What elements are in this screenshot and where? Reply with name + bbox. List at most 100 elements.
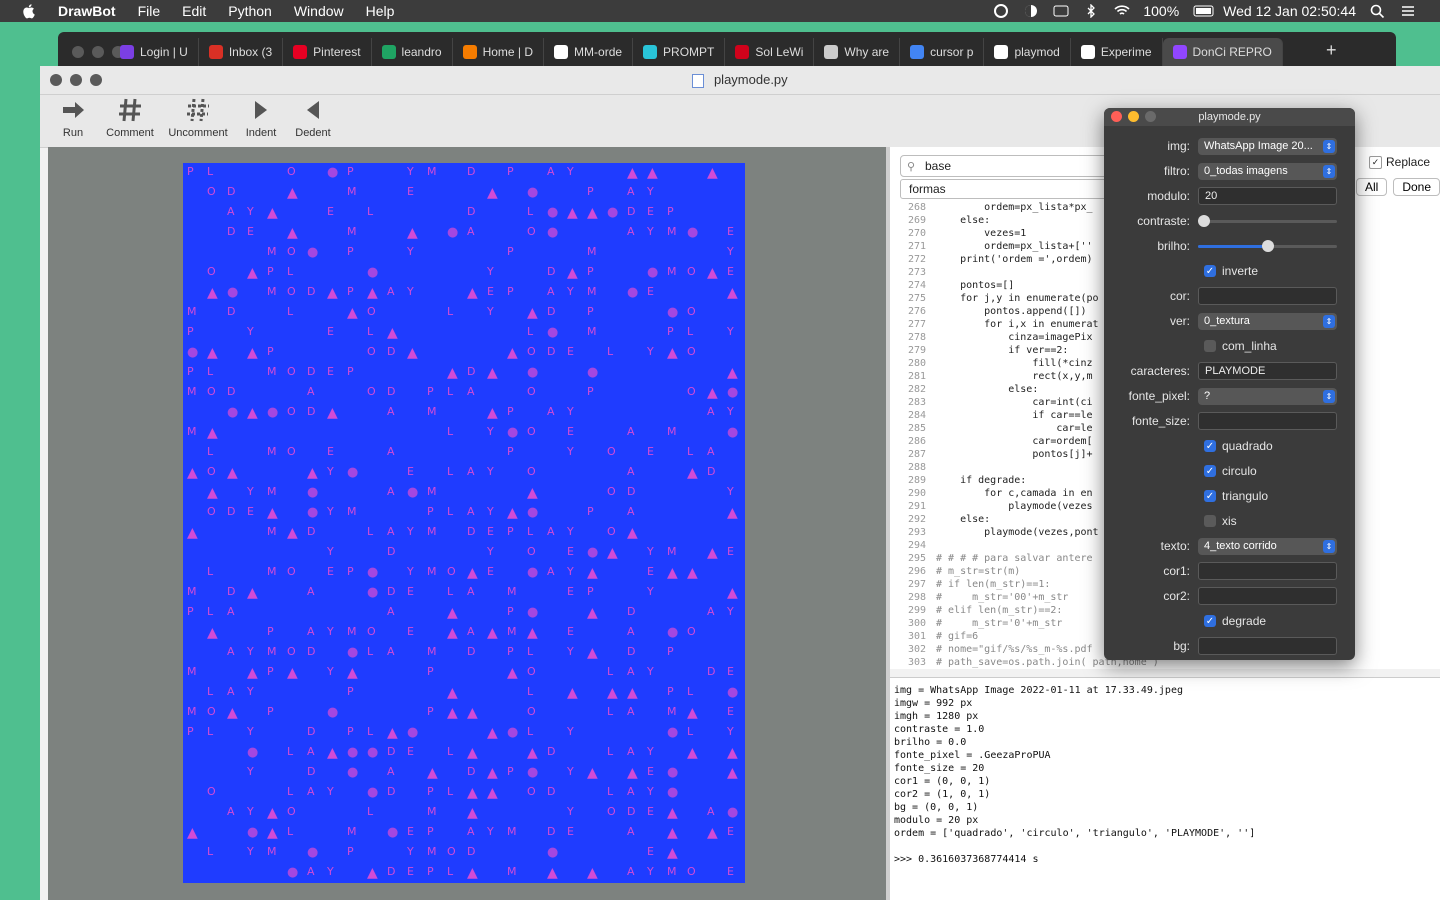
browser-tab[interactable]: Experime xyxy=(1071,38,1163,66)
browser-tab[interactable]: Login | U xyxy=(110,38,199,66)
brilho-slider[interactable] xyxy=(1198,239,1337,252)
letter-glyph: D xyxy=(227,185,236,198)
menu-python[interactable]: Python xyxy=(228,3,272,19)
circulo-checkbox[interactable]: ✓ circulo xyxy=(1204,464,1257,478)
browser-tab[interactable]: Pinterest xyxy=(283,38,372,66)
menu-app-name[interactable]: DrawBot xyxy=(58,3,116,19)
spotlight-icon[interactable] xyxy=(1370,4,1386,19)
letter-glyph: Y xyxy=(567,285,574,298)
comment-button[interactable]: Comment xyxy=(102,95,158,139)
apple-icon[interactable] xyxy=(20,2,38,20)
replace-checkbox[interactable]: ✓ xyxy=(1369,155,1382,169)
minimize-dot-icon[interactable] xyxy=(92,46,104,58)
filtro-popup[interactable]: 0_todas imagens ⇕ xyxy=(1198,162,1337,180)
browser-tab[interactable]: Home | D xyxy=(453,38,545,66)
line-text: if ver==2: xyxy=(936,345,1069,356)
replace-all-button[interactable]: All xyxy=(1356,178,1388,196)
replace-toggle[interactable]: ✓ Replace xyxy=(1369,155,1430,169)
close-dot-icon[interactable] xyxy=(1111,111,1122,122)
cor2-field[interactable] xyxy=(1198,587,1337,605)
cor-field[interactable] xyxy=(1198,287,1337,305)
triangle-glyph: ▲ xyxy=(727,505,738,521)
xis-checkbox[interactable]: xis xyxy=(1204,514,1237,528)
menu-window[interactable]: Window xyxy=(294,3,344,19)
quadrado-checkbox[interactable]: ✓ quadrado xyxy=(1204,439,1273,453)
wifi-icon[interactable] xyxy=(1113,4,1130,18)
bluetooth-icon[interactable] xyxy=(1083,3,1099,19)
bg-field[interactable] xyxy=(1198,637,1337,655)
dedent-button[interactable]: Dedent xyxy=(290,95,336,139)
creative-cloud-icon[interactable] xyxy=(993,4,1009,18)
browser-tab[interactable]: Inbox (3 xyxy=(199,38,284,66)
cor-label: cor: xyxy=(1169,289,1190,303)
close-dot-icon[interactable] xyxy=(72,46,84,58)
letter-glyph: O xyxy=(527,545,536,558)
indent-button[interactable]: Indent xyxy=(238,95,284,139)
brilho-knob[interactable] xyxy=(1261,239,1274,252)
letter-glyph: E xyxy=(647,205,654,218)
triangle-glyph: ▲ xyxy=(467,705,478,721)
browser-tab[interactable]: MM-orde xyxy=(544,38,634,66)
menu-file[interactable]: File xyxy=(138,3,161,19)
letter-glyph: D xyxy=(387,345,396,358)
letter-glyph: P xyxy=(187,165,194,178)
browser-tab[interactable]: cursor p xyxy=(900,38,985,66)
run-button[interactable]: Run xyxy=(50,95,96,139)
fonte-pixel-popup[interactable]: ? ⇕ xyxy=(1198,387,1337,405)
canvas-pane[interactable]: P L O ● P Y M D P A Y ▲ ▲ ▲ O D ▲ M E ▲ ● P A Y A Y ▲ E L D L ● ▲ ▲ ● D E P D E… xyxy=(48,147,886,900)
line-text: # # # # para salvar antere xyxy=(936,553,1093,564)
output-console[interactable]: img = WhatsApp Image 2022-01-11 at 17.33… xyxy=(890,677,1440,900)
letter-glyph: L xyxy=(687,685,694,698)
clock[interactable]: Wed 12 Jan 02:50:44 xyxy=(1223,3,1356,19)
done-button[interactable]: Done xyxy=(1393,178,1440,196)
zoom-dot-icon[interactable] xyxy=(1145,111,1156,122)
letter-glyph: P xyxy=(587,385,594,398)
ver-popup[interactable]: 0_textura ⇕ xyxy=(1198,312,1337,330)
triangle-glyph: ▲ xyxy=(347,305,358,321)
contraste-knob[interactable] xyxy=(1198,214,1210,227)
fonte-size-field[interactable] xyxy=(1198,412,1337,430)
dedent-label: Dedent xyxy=(295,127,331,139)
battery-icon[interactable] xyxy=(1193,4,1214,18)
menu-help[interactable]: Help xyxy=(366,3,395,19)
letter-glyph: A xyxy=(227,685,235,698)
contraste-slider[interactable] xyxy=(1198,214,1337,227)
line-number: 302 xyxy=(907,644,926,655)
modulo-field[interactable]: 20 xyxy=(1198,187,1337,205)
new-tab-plus-icon[interactable]: + xyxy=(1326,40,1337,61)
browser-tab[interactable]: Why are xyxy=(814,38,901,66)
letter-glyph: D xyxy=(467,645,476,658)
triangle-glyph: ▲ xyxy=(487,765,498,781)
night-shift-icon[interactable] xyxy=(1023,4,1039,18)
letter-glyph: L xyxy=(607,345,614,358)
browser-tab[interactable]: leandro xyxy=(372,38,453,66)
browser-tab[interactable]: DonCi REPRO xyxy=(1162,38,1283,66)
browser-tab[interactable]: PROMPT xyxy=(633,38,726,66)
minimize-dot-icon[interactable] xyxy=(70,74,82,86)
keyboard-layout-icon[interactable] xyxy=(1053,4,1069,18)
minimize-dot-icon[interactable] xyxy=(1128,111,1139,122)
cor1-field[interactable] xyxy=(1198,562,1337,580)
browser-tab[interactable]: Sol LeWi xyxy=(725,38,815,66)
letter-glyph: Y xyxy=(727,325,734,338)
img-popup[interactable]: WhatsApp Image 20... ⇕ xyxy=(1198,137,1337,155)
circulo-row: ✓ circulo xyxy=(1104,461,1355,481)
texto-popup[interactable]: 4_texto corrido ⇕ xyxy=(1198,537,1337,555)
zoom-dot-icon[interactable] xyxy=(90,74,102,86)
letter-glyph: M xyxy=(187,665,197,678)
close-dot-icon[interactable] xyxy=(50,74,62,86)
letter-glyph: D xyxy=(467,525,476,538)
letter-glyph: L xyxy=(367,725,374,738)
letter-glyph: P xyxy=(347,165,354,178)
uncomment-button[interactable]: Uncomment xyxy=(164,95,232,139)
letter-glyph: Y xyxy=(567,765,574,778)
com-linha-checkbox[interactable]: com_linha xyxy=(1204,339,1277,353)
menu-edit[interactable]: Edit xyxy=(182,3,206,19)
triangulo-checkbox[interactable]: ✓ triangulo xyxy=(1204,489,1268,503)
inverte-checkbox[interactable]: ✓ inverte xyxy=(1204,264,1258,278)
caracteres-field[interactable]: PLAYMODE xyxy=(1198,362,1337,380)
letter-glyph: L xyxy=(447,425,454,438)
browser-tab[interactable]: playmod xyxy=(984,38,1071,66)
control-center-icon[interactable] xyxy=(1400,4,1416,18)
degrade-checkbox[interactable]: ✓ degrade xyxy=(1204,614,1266,628)
